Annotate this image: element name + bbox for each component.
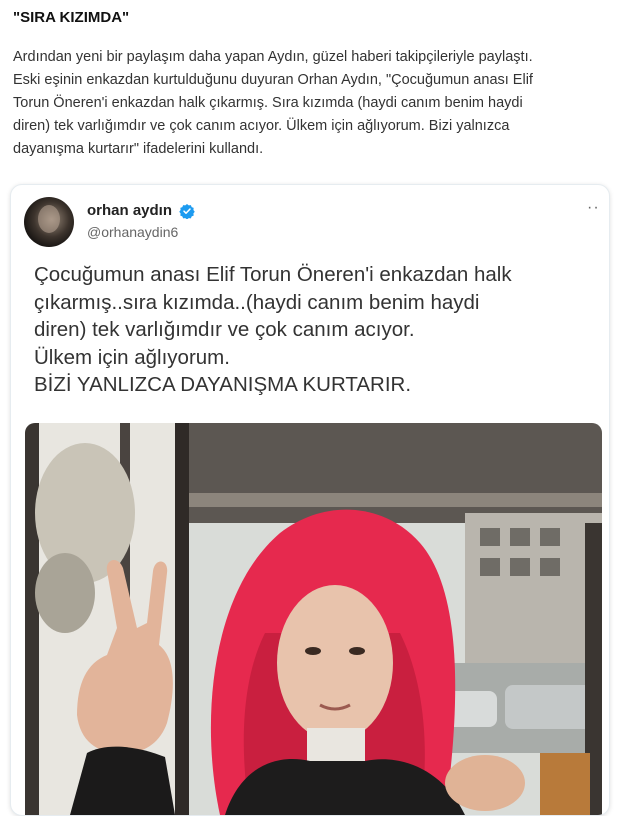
tweet-text-line: Çocuğumun anası Elif Torun Öneren'i enka…: [34, 263, 512, 286]
article-paragraph: Ardından yeni bir paylaşım daha yapan Ay…: [13, 46, 609, 161]
tweet-text-line: çıkarmış..sıra kızımda..(haydi canım ben…: [34, 290, 480, 314]
tweet-photo[interactable]: [25, 423, 602, 815]
tweet-text: Çocuğumun anası Elif Torun Öneren'i enka…: [34, 261, 604, 399]
more-options-icon[interactable]: ··: [587, 199, 600, 217]
photo-illustration: [25, 423, 602, 815]
tweet-text-line: Ülkem için ağlıyorum.: [34, 345, 230, 369]
tweet-text-line: BİZİ YANLIZCA DAYANIŞMA KURTARIR.: [34, 373, 412, 396]
tweet-display-name[interactable]: orhan aydın: [87, 202, 172, 219]
article-line: Eski eşinin enkazdan kurtulduğunu duyura…: [13, 72, 533, 88]
article-line: Ardından yeni bir paylaşım daha yapan Ay…: [13, 49, 533, 65]
article-line: Torun Öneren'i enkazdan halk çıkarmış. S…: [13, 95, 523, 111]
article-line: dayanışma kurtarır" ifadelerini kullandı…: [13, 141, 264, 157]
article-line: diren) tek varlığımdır ve çok canım acıy…: [13, 118, 510, 134]
avatar[interactable]: [24, 197, 74, 247]
tweet-handle[interactable]: @orhanaydin6: [87, 224, 178, 240]
article-headline: "SIRA KIZIMDA": [13, 9, 130, 26]
tweet-text-line: diren) tek varlığımdır ve çok canım acıy…: [34, 318, 415, 341]
verified-badge-icon: [179, 204, 195, 219]
embedded-tweet[interactable]: orhan aydın @orhanaydin6 ·· Çocuğumun an…: [10, 184, 610, 816]
